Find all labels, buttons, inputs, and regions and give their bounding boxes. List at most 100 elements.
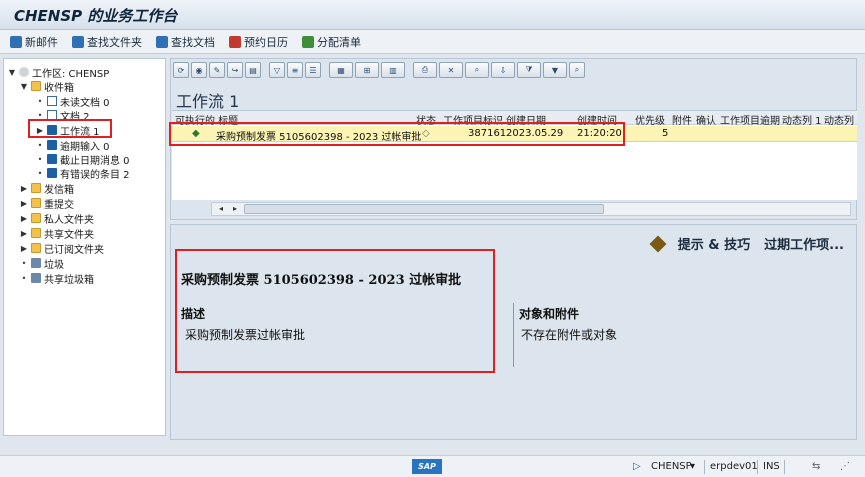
objects-text: 不存在附件或对象 bbox=[521, 328, 618, 342]
tree-item-shared-trash[interactable]: • 共享垃圾箱 bbox=[20, 271, 94, 286]
new-mail-button[interactable]: 新邮件 bbox=[10, 34, 58, 50]
calendar-button[interactable]: 预约日历 bbox=[229, 34, 288, 50]
status-server: erpdev01 bbox=[710, 461, 758, 472]
tree-item-trash-label: 垃圾 bbox=[44, 259, 64, 271]
tips-link[interactable]: 提示 & 技巧 bbox=[678, 234, 750, 253]
tree-item-private[interactable]: ▶ 私人文件夹 bbox=[20, 211, 94, 226]
tree-root[interactable]: ▼ 工作区: CHENSP bbox=[8, 65, 110, 80]
find-icon[interactable]: ⌕ bbox=[465, 62, 489, 78]
connection-icon: ⇆ bbox=[812, 461, 821, 472]
col-dynamic-2[interactable]: 动态列 bbox=[824, 112, 854, 127]
workflow-heading: 工作流 1 bbox=[176, 92, 240, 111]
objects-heading: 对象和附件 bbox=[519, 307, 580, 321]
scrollbar-thumb[interactable] bbox=[244, 204, 604, 214]
status-user: CHENSP bbox=[651, 461, 692, 472]
tree-item-errors[interactable]: • 有错误的条目 2 bbox=[36, 166, 130, 181]
tree-item-overdue[interactable]: • 逾期输入 0 bbox=[36, 138, 110, 153]
section-divider bbox=[513, 303, 514, 367]
export-icon[interactable]: ⇩ bbox=[491, 62, 515, 78]
calendar-icon bbox=[229, 35, 241, 48]
tree-item-private-label: 私人文件夹 bbox=[44, 214, 94, 226]
scroll-right-icon[interactable]: ▸ bbox=[228, 203, 242, 215]
resubmit-icon[interactable]: ▤ bbox=[245, 62, 261, 78]
chevron-right-icon[interactable]: ▶ bbox=[20, 229, 28, 238]
bullet-icon: • bbox=[37, 154, 43, 164]
tree-item-outbox[interactable]: ▶ 发信箱 bbox=[20, 181, 74, 196]
application-toolbar: 新邮件 查找文件夹 查找文档 预约日历 分配清单 bbox=[0, 30, 865, 54]
display-icon[interactable]: ◉ bbox=[191, 62, 207, 78]
scroll-left-icon[interactable]: ◂ bbox=[214, 203, 228, 215]
tree-item-shared[interactable]: ▶ 共享文件夹 bbox=[20, 226, 94, 241]
overdue-icon bbox=[47, 140, 57, 150]
layout-icon[interactable]: ▥ bbox=[381, 62, 405, 78]
distribution-list-button[interactable]: 分配清单 bbox=[302, 34, 361, 50]
col-overdue[interactable]: 工作项目逾期 bbox=[720, 112, 780, 127]
tree-item-resubmit[interactable]: ▶ 重提交 bbox=[20, 196, 74, 211]
col-dynamic-1[interactable]: 动态列 1 bbox=[782, 112, 822, 127]
trash-icon bbox=[31, 258, 41, 268]
title-bar: CHENSP 的业务工作台 bbox=[0, 0, 865, 30]
tree-item-resubmit-label: 重提交 bbox=[44, 199, 74, 211]
execute-icon[interactable]: ⟳ bbox=[173, 62, 189, 78]
chevron-right-icon[interactable]: ▶ bbox=[20, 214, 28, 223]
folder-icon bbox=[31, 228, 41, 238]
annotation-box-preview bbox=[175, 249, 495, 373]
chevron-right-icon[interactable]: ▶ bbox=[20, 184, 28, 193]
overdue-items-link[interactable]: 过期工作项... bbox=[764, 234, 844, 253]
bullet-icon: • bbox=[21, 258, 27, 268]
add-column-icon[interactable]: ⊞ bbox=[355, 62, 379, 78]
chevron-down-icon[interactable]: ▼ bbox=[20, 82, 28, 91]
col-attachment[interactable]: 附件 bbox=[672, 112, 692, 127]
set-filter-icon[interactable]: ⧩ bbox=[517, 62, 541, 78]
search-icon[interactable]: ⌕ bbox=[569, 62, 585, 78]
bullet-icon: • bbox=[21, 273, 27, 283]
tree-root-label: 工作区: CHENSP bbox=[32, 68, 110, 80]
tree-item-shared-trash-label: 共享垃圾箱 bbox=[44, 274, 94, 286]
workflow-table: 可执行的 标题 状态 工作项目标识 创建日期 创建时间 优先级 附件 确认 工作… bbox=[169, 110, 857, 200]
chevron-down-icon[interactable]: ▼ bbox=[8, 68, 16, 77]
distribution-list-icon bbox=[302, 35, 314, 48]
find-folder-button[interactable]: 查找文件夹 bbox=[72, 34, 142, 50]
tree-item-subscribed[interactable]: ▶ 已订阅文件夹 bbox=[20, 241, 104, 256]
variant-icon[interactable]: ▼ bbox=[543, 62, 567, 78]
list-toolbar: ⟳ ◉ ✎ ↪ ▤ ▽ ≡ ☰ ▦ ⊞ ▥ ⎙ ✕ ⌕ ⇩ ⧩ ▼ ⌕ bbox=[173, 62, 585, 80]
bullet-icon: • bbox=[37, 96, 43, 106]
chevron-right-icon[interactable]: ▶ bbox=[20, 244, 28, 253]
resize-grip-icon[interactable]: ⋰ bbox=[840, 461, 850, 472]
chevron-right-icon[interactable]: ▶ bbox=[20, 199, 28, 208]
preview-panel: 提示 & 技巧 过期工作项... 采购预制发票 5105602398 - 202… bbox=[170, 224, 857, 440]
tree-item-errors-label: 有错误的条目 2 bbox=[60, 169, 130, 181]
col-confirm[interactable]: 确认 bbox=[696, 112, 716, 127]
delete-icon[interactable]: ✕ bbox=[439, 62, 463, 78]
print-icon[interactable]: ⎙ bbox=[413, 62, 437, 78]
horizontal-scrollbar[interactable]: ◂ ▸ bbox=[211, 202, 851, 216]
edit-icon[interactable]: ✎ bbox=[209, 62, 225, 78]
status-divider bbox=[784, 460, 785, 474]
tree-item-shared-label: 共享文件夹 bbox=[44, 229, 94, 241]
col-priority[interactable]: 优先级 bbox=[635, 112, 665, 127]
tips-bar: 提示 & 技巧 过期工作项... bbox=[649, 234, 844, 253]
find-document-label: 查找文档 bbox=[171, 35, 215, 49]
tree-item-trash[interactable]: • 垃圾 bbox=[20, 256, 64, 271]
document-icon bbox=[47, 96, 57, 106]
sort-descending-icon[interactable]: ☰ bbox=[305, 62, 321, 78]
folder-open-icon bbox=[31, 81, 41, 91]
annotation-box-workflow bbox=[28, 119, 112, 138]
tree-item-deadline[interactable]: • 截止日期消息 0 bbox=[36, 152, 130, 167]
chevron-down-icon[interactable]: ▾ bbox=[690, 461, 695, 472]
tree-item-inbox[interactable]: ▼ 收件箱 bbox=[20, 79, 74, 94]
play-icon[interactable]: ▷ bbox=[633, 461, 641, 472]
status-bar: SAP ▷ CHENSP ▾ erpdev01 INS ⇆ ⋰ bbox=[0, 455, 865, 477]
tree-item-unread[interactable]: • 未读文档 0 bbox=[36, 94, 110, 109]
forward-icon[interactable]: ↪ bbox=[227, 62, 243, 78]
details-icon[interactable]: ▦ bbox=[329, 62, 353, 78]
find-folder-label: 查找文件夹 bbox=[87, 35, 142, 49]
filter-icon[interactable]: ▽ bbox=[269, 62, 285, 78]
binoculars-icon bbox=[156, 35, 168, 48]
sort-ascending-icon[interactable]: ≡ bbox=[287, 62, 303, 78]
tree-item-deadline-label: 截止日期消息 0 bbox=[60, 155, 130, 167]
find-document-button[interactable]: 查找文档 bbox=[156, 34, 215, 50]
bullet-icon: • bbox=[37, 140, 43, 150]
folder-icon bbox=[31, 198, 41, 208]
status-divider bbox=[704, 460, 705, 474]
